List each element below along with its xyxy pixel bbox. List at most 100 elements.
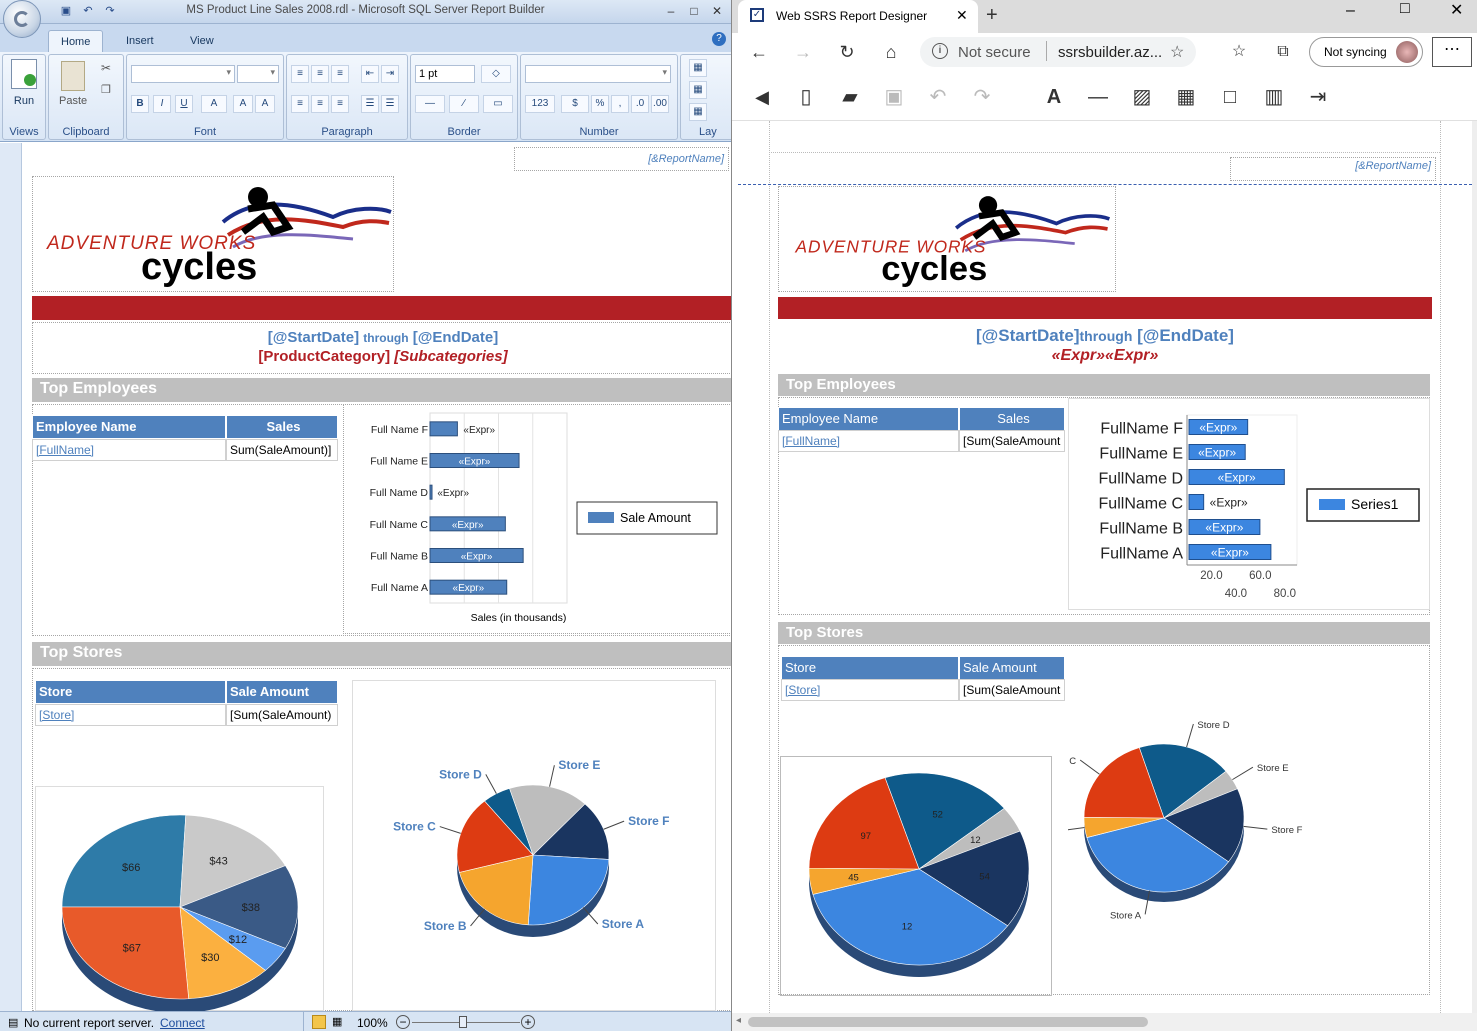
save-report-icon[interactable]: ▣ bbox=[882, 85, 906, 109]
decrease-indent-icon[interactable]: ⇤ bbox=[361, 65, 379, 83]
font-name-select[interactable]: ▾ bbox=[131, 65, 235, 83]
emp-header-name[interactable]: Employee Name bbox=[32, 415, 226, 439]
logo-image[interactable]: ADVENTURE WORKS cycles bbox=[32, 176, 394, 292]
border-color-icon[interactable]: ◇ bbox=[481, 65, 511, 83]
store-cell[interactable]: [Store] bbox=[35, 704, 226, 726]
image-tool-icon[interactable]: ▨ bbox=[1130, 85, 1154, 109]
address-field[interactable]: i Not secure ssrsbuilder.az... ☆ bbox=[920, 37, 1196, 67]
placeholder-icon[interactable]: 123 bbox=[525, 95, 555, 113]
numbering-icon[interactable]: ☰ bbox=[381, 95, 399, 113]
underline-icon[interactable]: U bbox=[175, 95, 193, 113]
emp-header-sales[interactable]: Sales bbox=[226, 415, 338, 439]
home-icon[interactable]: ⌂ bbox=[880, 41, 902, 63]
close-icon[interactable]: ✕ bbox=[708, 3, 726, 19]
logo-image-r[interactable]: ADVENTURE WORKS cycles bbox=[778, 186, 1116, 292]
header-textbox[interactable]: [@StartDate] through [@EndDate] [Product… bbox=[32, 322, 731, 374]
new-icon[interactable]: ▯ bbox=[794, 85, 818, 109]
tab-insert[interactable]: Insert bbox=[114, 30, 166, 52]
tab-view[interactable]: View bbox=[178, 30, 226, 52]
export-icon[interactable]: ⇥ bbox=[1306, 85, 1330, 109]
store-amount-cell-r[interactable]: [Sum(SaleAmount bbox=[959, 679, 1065, 701]
info-icon[interactable]: i bbox=[932, 43, 948, 59]
design-view-icon[interactable] bbox=[312, 1015, 326, 1029]
bold-icon[interactable]: B bbox=[131, 95, 149, 113]
border-width-select[interactable]: 1 pt bbox=[415, 65, 475, 83]
browser-close-icon[interactable]: ✕ bbox=[1450, 0, 1463, 20]
decrease-decimal-icon[interactable]: .00 bbox=[651, 95, 669, 113]
emp-header-name-r[interactable]: Employee Name bbox=[778, 407, 959, 431]
more-icon[interactable]: ⋯ bbox=[1432, 37, 1472, 67]
currency-icon[interactable]: $ bbox=[561, 95, 589, 113]
scroll-thumb[interactable] bbox=[748, 1017, 1148, 1027]
number-format-select[interactable]: ▾ bbox=[525, 65, 671, 83]
open-icon[interactable]: ▰ bbox=[838, 85, 862, 109]
grow-font-icon[interactable]: A bbox=[233, 95, 253, 113]
align-left-icon[interactable]: ≡ bbox=[291, 95, 309, 113]
layout-icon-1[interactable]: ▦ bbox=[689, 59, 707, 77]
italic-icon[interactable]: I bbox=[153, 95, 171, 113]
pie-chart-left-2[interactable]: Store D Store E Store F Store A Store B Store… bbox=[352, 680, 716, 1011]
browser-minimize-icon[interactable]: – bbox=[1346, 2, 1355, 20]
align-middle-icon[interactable]: ≡ bbox=[311, 65, 329, 83]
textbox-tool-icon[interactable]: A bbox=[1042, 85, 1066, 109]
emp-fullname-cell[interactable]: [FullName] bbox=[32, 439, 226, 461]
forward-icon[interactable]: → bbox=[792, 41, 814, 63]
redo-icon[interactable]: ↷ bbox=[102, 4, 118, 18]
store-amount-cell[interactable]: [Sum(SaleAmount) bbox=[226, 704, 338, 726]
increase-decimal-icon[interactable]: .0 bbox=[631, 95, 649, 113]
help-icon[interactable]: ? bbox=[712, 32, 726, 46]
store-header-store[interactable]: Store bbox=[35, 680, 226, 704]
connect-link[interactable]: Connect bbox=[160, 1016, 205, 1030]
redo-report-icon[interactable]: ↷ bbox=[970, 85, 994, 109]
chart-tool-icon[interactable]: ▥ bbox=[1262, 85, 1286, 109]
report-name-textbox-r[interactable]: [&ReportName] bbox=[1230, 157, 1436, 181]
align-right-icon[interactable]: ≡ bbox=[331, 95, 349, 113]
rectangle-tool-icon[interactable]: □ bbox=[1218, 85, 1242, 109]
emp-sales-cell[interactable]: Sum(SaleAmount)] bbox=[226, 439, 338, 461]
scroll-left-icon[interactable]: ◂ bbox=[736, 1015, 741, 1026]
favorite-star-icon[interactable]: ☆ bbox=[1170, 42, 1184, 62]
horizontal-scrollbar[interactable]: ◂ bbox=[732, 1013, 1477, 1031]
undo-report-icon[interactable]: ↶ bbox=[926, 85, 950, 109]
paste-button[interactable]: Paste bbox=[59, 95, 87, 107]
emp-sales-cell-r[interactable]: [Sum(SaleAmount bbox=[959, 430, 1065, 452]
line-color-icon[interactable]: ∕ bbox=[449, 95, 479, 113]
border-style-icon[interactable]: — bbox=[415, 95, 445, 113]
refresh-icon[interactable]: ↻ bbox=[836, 41, 858, 63]
pie-chart-right-1[interactable]: 52 12 54 12 45 97 bbox=[780, 756, 1052, 996]
run-icon[interactable] bbox=[11, 59, 37, 89]
emp-fullname-cell-r[interactable]: [FullName] bbox=[778, 430, 959, 452]
bullets-icon[interactable]: ☰ bbox=[361, 95, 379, 113]
table-tool-icon[interactable]: ▦ bbox=[1174, 85, 1198, 109]
app-menu-button[interactable] bbox=[3, 0, 41, 38]
store-header-store-r[interactable]: Store bbox=[781, 656, 959, 680]
emp-header-sales-r[interactable]: Sales bbox=[959, 407, 1065, 431]
comma-icon[interactable]: , bbox=[611, 95, 629, 113]
store-header-amount[interactable]: Sale Amount bbox=[226, 680, 338, 704]
vertical-scrollbar[interactable] bbox=[1472, 121, 1477, 1013]
back-circle-icon[interactable]: ◀ bbox=[750, 85, 774, 109]
employees-chart-area[interactable]: Full Name F «Expr» Full Name E «Expr» Full N… bbox=[343, 404, 731, 634]
align-center-icon[interactable]: ≡ bbox=[311, 95, 329, 113]
favorites-icon[interactable]: ☆ bbox=[1228, 41, 1250, 63]
undo-icon[interactable]: ↶ bbox=[80, 4, 96, 18]
report-name-textbox[interactable]: [&ReportName] bbox=[514, 147, 729, 171]
percent-icon[interactable]: % bbox=[591, 95, 609, 113]
pie-chart-left-1[interactable]: $66 $43 $38 $12 $30 $67 bbox=[35, 786, 324, 1013]
tab-close-icon[interactable]: ✕ bbox=[956, 7, 968, 24]
maximize-icon[interactable]: □ bbox=[685, 3, 703, 19]
increase-indent-icon[interactable]: ⇥ bbox=[381, 65, 399, 83]
shrink-font-icon[interactable]: A bbox=[255, 95, 275, 113]
store-header-amount-r[interactable]: Sale Amount bbox=[959, 656, 1065, 680]
store-cell-r[interactable]: [Store] bbox=[781, 679, 959, 701]
preview-view-icon[interactable]: ▦ bbox=[332, 1015, 342, 1028]
align-top-icon[interactable]: ≡ bbox=[291, 65, 309, 83]
font-color-icon[interactable]: A bbox=[201, 95, 227, 113]
zoom-in-icon[interactable]: + bbox=[521, 1015, 535, 1029]
cut-icon[interactable]: ✂ bbox=[101, 61, 111, 75]
new-tab-icon[interactable]: + bbox=[986, 4, 998, 27]
sync-button[interactable]: Not syncing bbox=[1309, 37, 1423, 67]
collections-icon[interactable]: ⧉ bbox=[1272, 41, 1294, 63]
font-size-select[interactable]: ▾ bbox=[237, 65, 279, 83]
layout-icon-2[interactable]: ▦ bbox=[689, 81, 707, 99]
